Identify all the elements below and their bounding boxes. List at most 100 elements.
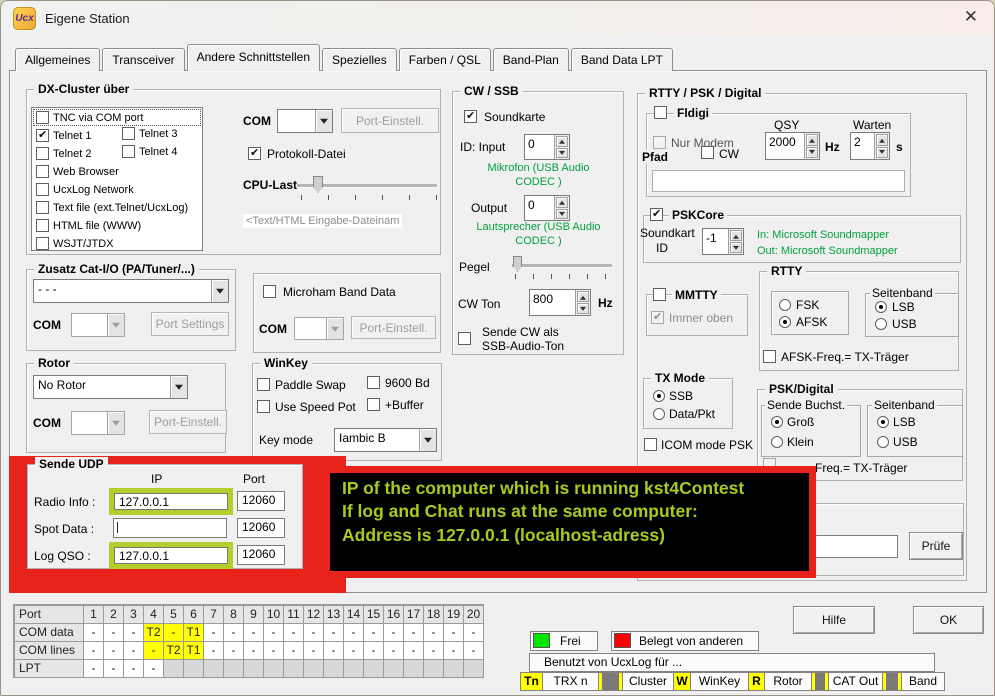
checkbox-text-file[interactable] [36,201,49,214]
radio-fsk[interactable] [779,299,791,311]
radio-klein[interactable] [771,436,783,448]
radio-rtty-lsb[interactable] [875,301,887,313]
checkbox-icom-mode-psk[interactable] [644,438,657,451]
chevron-down-icon[interactable] [315,110,332,132]
checkbox-fldigi-cw[interactable] [701,146,714,159]
checkbox-html-file[interactable] [36,219,49,232]
radio-afsk[interactable] [779,316,791,328]
spot-data-port-field[interactable]: 12060 [237,518,285,538]
fsk-label[interactable]: FSK [796,298,819,312]
checkbox-mmtty[interactable] [653,288,666,301]
checkbox-plus-buffer[interactable] [367,398,380,411]
ok-button[interactable]: OK [913,606,984,634]
zusatz-device-select[interactable]: - - - [33,279,229,303]
pskcore-id-spinner[interactable]: -1 [702,228,744,255]
input-id-spinner[interactable]: 0 [524,134,570,160]
radio-gross[interactable] [771,416,783,428]
pskcore-label[interactable]: PSKCore [669,208,727,222]
protokoll-label[interactable]: Protokoll-Datei [267,147,346,161]
fldigi-path-field[interactable] [652,170,905,192]
checkbox-ucxlog-network[interactable] [36,183,49,196]
afsk-freq-label[interactable]: AFSK-Freq.= TX-Träger [781,350,909,364]
gross-label[interactable]: Groß [787,415,814,429]
klein-label[interactable]: Klein [787,435,814,449]
tab-allgemeines[interactable]: Allgemeines [15,48,100,71]
pegel-slider[interactable] [512,264,612,267]
fldigi-label[interactable]: Fldigi [674,106,712,120]
dx-item-label[interactable]: WSJT/JTDX [53,238,114,250]
checkbox-web-browser[interactable] [36,165,49,178]
tab-band-plan[interactable]: Band-Plan [493,48,569,71]
icom-mode-psk-label[interactable]: ICOM mode PSK [661,438,753,452]
data-pkt-label[interactable]: Data/Pkt [669,407,715,421]
chevron-down-icon[interactable] [170,376,187,398]
rotor-select[interactable]: No Rotor [33,375,188,399]
chevron-down-icon[interactable] [211,280,228,302]
checkbox-tnc[interactable] [36,111,49,124]
tab-transceiver[interactable]: Transceiver [102,48,184,71]
sende-cw-label1[interactable]: Sende CW als [482,325,559,339]
dx-item-label[interactable]: Telnet 4 [139,146,178,158]
spin-down-icon[interactable] [556,209,568,220]
dx-item-label[interactable]: Telnet 3 [139,128,178,140]
hilfe-button[interactable]: Hilfe [793,606,875,634]
checkbox-wsjt-jtdx[interactable] [36,237,49,250]
use-speed-pot-label[interactable]: Use Speed Pot [275,400,356,414]
checkbox-9600bd[interactable] [367,376,380,389]
checkbox-sende-cw-als-ssb[interactable] [458,332,471,345]
tab-farben-qsl[interactable]: Farben / QSL [399,48,491,71]
psk-lsb-label[interactable]: LSB [893,415,916,429]
radio-ssb[interactable] [653,390,665,402]
warten-spinner[interactable]: 2 [850,132,890,160]
rtty-usb-label[interactable]: USB [892,317,917,331]
ssb-label[interactable]: SSB [669,389,693,403]
dx-item-label[interactable]: HTML file (WWW) [53,220,141,232]
key-mode-select[interactable]: Iambic B [334,428,437,452]
checkbox-pskcore[interactable] [650,208,663,221]
checkbox-use-speed-pot[interactable] [257,400,270,413]
radio-psk-usb[interactable] [877,436,889,448]
spin-up-icon[interactable] [806,134,818,146]
bd9600-label[interactable]: 9600 Bd [385,376,430,390]
radio-rtty-usb[interactable] [875,318,887,330]
log-qso-ip-field[interactable]: 127.0.0.1 [114,547,228,564]
checkbox-telnet4[interactable] [122,145,135,158]
checkbox-telnet2[interactable] [36,147,49,160]
dx-item-label[interactable]: UcxLog Network [53,184,134,196]
radio-psk-lsb[interactable] [877,416,889,428]
sende-cw-label2[interactable]: SSB-Audio-Ton [482,339,564,353]
checkbox-afsk-freq[interactable] [763,350,776,363]
paddle-swap-label[interactable]: Paddle Swap [275,378,346,392]
spin-up-icon[interactable] [556,197,568,208]
tab-andere-schnittstellen[interactable]: Andere Schnittstellen [187,44,320,71]
spin-down-icon[interactable] [876,147,888,159]
dx-com-select[interactable] [277,109,333,133]
spin-down-icon[interactable] [806,147,818,159]
tab-spezielles[interactable]: Spezielles [322,48,397,71]
spin-down-icon[interactable] [577,303,589,314]
output-id-spinner[interactable]: 0 [524,195,570,221]
checkbox-telnet1[interactable] [36,129,49,142]
qsy-spinner[interactable]: 2000 [765,132,820,160]
spot-data-ip-field[interactable] [113,518,227,538]
checkbox-microham[interactable] [263,285,276,298]
afsk-label[interactable]: AFSK [796,315,827,329]
checkbox-telnet3[interactable] [122,127,135,140]
checkbox-fldigi[interactable] [654,106,667,119]
dx-item-label[interactable]: Telnet 1 [53,130,92,142]
buffer-label[interactable]: +Buffer [385,398,424,412]
dx-cluster-listbox[interactable]: TNC via COM port Telnet 1 Telnet 3 Telne… [31,107,203,251]
tab-band-data-lpt[interactable]: Band Data LPT [571,48,673,71]
microham-label[interactable]: Microham Band Data [283,285,396,299]
spin-up-icon[interactable] [730,230,742,241]
radio-data-pkt[interactable] [653,408,665,420]
spin-up-icon[interactable] [556,136,568,147]
soundkarte-label[interactable]: Soundkarte [484,110,545,124]
close-icon[interactable]: ✕ [964,7,978,27]
checkbox-protokoll-datei[interactable] [248,147,261,160]
dx-item-label[interactable]: Telnet 2 [53,148,92,160]
fldigi-cw-label[interactable]: CW [719,147,739,161]
spin-down-icon[interactable] [556,148,568,159]
spin-up-icon[interactable] [876,134,888,146]
rtty-lsb-label[interactable]: LSB [892,300,915,314]
